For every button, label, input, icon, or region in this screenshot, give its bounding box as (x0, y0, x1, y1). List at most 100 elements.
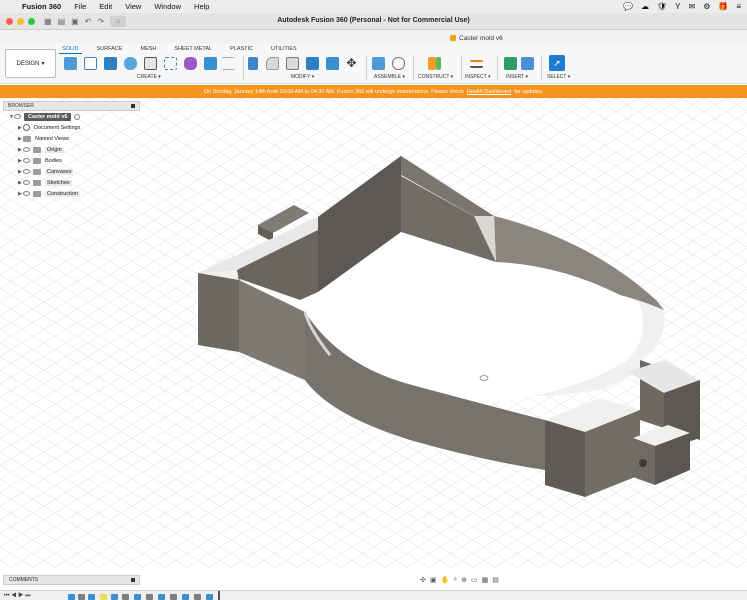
timeline-marker[interactable] (218, 591, 220, 600)
browser-root[interactable]: ▼ Caster mold v6 (3, 111, 140, 122)
gift-icon[interactable]: 🎁 (718, 2, 728, 11)
visibility-icon[interactable] (23, 147, 30, 152)
visibility-icon[interactable] (23, 191, 30, 196)
timeline-feature[interactable] (111, 594, 118, 600)
wechat-icon[interactable]: 💬 (623, 2, 633, 11)
timeline-feature[interactable] (88, 594, 95, 600)
look-at-icon[interactable]: ▣ (430, 576, 437, 584)
tab-mesh[interactable]: MESH (141, 46, 157, 52)
pan-icon[interactable]: ✋ (441, 576, 450, 584)
select-icon[interactable]: ➚ (549, 55, 565, 71)
new-component-assemble-icon[interactable] (372, 57, 385, 70)
fillet-icon[interactable] (266, 57, 279, 70)
pin-icon[interactable] (131, 104, 135, 108)
browser-item-origin[interactable]: ▶ Origin (3, 144, 140, 155)
extrude-icon[interactable] (104, 57, 117, 70)
orbit-icon[interactable]: ✣ (420, 576, 426, 584)
browser-header[interactable]: BROWSER (3, 101, 140, 111)
menu-file[interactable]: File (74, 2, 86, 11)
timeline-feature[interactable] (170, 594, 177, 600)
timeline-feature[interactable] (78, 594, 85, 600)
move-icon[interactable]: ✥ (345, 57, 358, 70)
browser-item-document-settings[interactable]: ▶ Document Settings (3, 122, 140, 133)
browser-item-construction[interactable]: ▶ Construction (3, 188, 140, 199)
comments-panel[interactable]: COMMENTS (3, 575, 140, 585)
browser-item-named-views[interactable]: ▶ Named Views (3, 133, 140, 144)
joint-icon[interactable] (392, 57, 405, 70)
tab-sheet-metal[interactable]: SHEET METAL (174, 46, 212, 52)
timeline-feature[interactable] (158, 594, 165, 600)
folder-icon (33, 168, 41, 175)
insert-label: INSERT (506, 74, 525, 80)
new-component-icon[interactable] (64, 57, 77, 70)
menu-view[interactable]: View (125, 2, 141, 11)
assemble-menu[interactable]: ASSEMBLE ▾ (374, 74, 405, 80)
grid-settings-icon[interactable]: ▦ (482, 576, 489, 584)
shell-icon[interactable] (286, 57, 299, 70)
browser-title: BROWSER (8, 103, 34, 109)
offset-plane-icon[interactable] (428, 57, 436, 70)
menu-help[interactable]: Help (194, 2, 209, 11)
visibility-icon[interactable] (23, 169, 30, 174)
timeline-feature[interactable] (206, 594, 213, 600)
revolve-icon[interactable] (124, 57, 137, 70)
inspect-menu[interactable]: INSPECT ▾ (465, 74, 491, 80)
browser-item-sketches[interactable]: ▶ Sketches (3, 177, 140, 188)
insert-derive-icon[interactable] (504, 57, 517, 70)
menu-app-name[interactable]: Fusion 360 (22, 2, 61, 11)
create-sketch-icon[interactable] (84, 57, 97, 70)
form-icon[interactable] (184, 57, 197, 70)
visibility-icon[interactable] (23, 180, 30, 185)
box-icon[interactable] (204, 57, 217, 70)
timeline-feature[interactable] (182, 594, 189, 600)
measure-icon[interactable] (470, 60, 483, 68)
browser-item-bodies[interactable]: ▶ Bodies (3, 155, 140, 166)
browser-item-label: Canvases (45, 168, 74, 175)
zoom-icon[interactable]: ⌕ (453, 576, 457, 584)
timeline-controls-icon[interactable]: ⏮ ◀ ▶ ⏭ (4, 593, 31, 600)
pattern-icon[interactable] (164, 57, 177, 70)
press-pull-icon[interactable] (248, 57, 258, 70)
create-menu[interactable]: CREATE ▾ (137, 74, 161, 80)
health-dashboard-link[interactable]: Health Dashboard (467, 89, 511, 95)
document-tab[interactable]: Caster mold v6 (440, 32, 513, 44)
browser-item-canvases[interactable]: ▶ Canvases (3, 166, 140, 177)
visibility-icon[interactable] (23, 158, 30, 163)
folder-icon (33, 179, 41, 186)
tab-utilities[interactable]: UTILITIES (271, 46, 297, 52)
pin-icon[interactable] (131, 578, 135, 582)
fork-icon[interactable]: Y (675, 2, 680, 11)
align-icon[interactable] (326, 57, 339, 70)
timeline-feature[interactable] (122, 594, 129, 600)
timeline-feature[interactable] (100, 594, 107, 600)
radio-icon[interactable] (74, 113, 81, 120)
mail-icon[interactable]: ✉ (688, 2, 695, 11)
timeline-feature[interactable] (146, 594, 153, 600)
hole-icon[interactable] (144, 57, 157, 70)
select-menu[interactable]: SELECT ▾ (547, 74, 570, 80)
timeline-feature[interactable] (68, 594, 75, 600)
thicken-icon[interactable] (222, 57, 235, 70)
fit-icon[interactable]: ⊕ (461, 576, 467, 584)
construct-menu[interactable]: CONSTRUCT ▾ (418, 74, 453, 80)
menu-window[interactable]: Window (154, 2, 181, 11)
visibility-icon[interactable] (14, 114, 21, 119)
insert-image-icon[interactable] (521, 57, 534, 70)
combine-icon[interactable] (306, 57, 319, 70)
workspace-switcher[interactable]: DESIGN ▾ (5, 49, 56, 78)
shield-icon[interactable]: 🛡 (657, 2, 667, 11)
cloud-icon[interactable]: ☁ (641, 2, 649, 11)
control-center-icon[interactable]: ≡ (736, 2, 741, 11)
timeline-feature[interactable] (134, 594, 141, 600)
tab-surface[interactable]: SURFACE (97, 46, 123, 52)
tab-solid[interactable]: SOLID (59, 46, 81, 54)
puzzle-icon[interactable]: ⚙ (703, 2, 710, 11)
tab-plastic[interactable]: PLASTIC (230, 46, 253, 52)
timeline-feature[interactable] (194, 594, 201, 600)
modify-menu[interactable]: MODIFY ▾ (291, 74, 314, 80)
timeline: ⏮ ◀ ▶ ⏭ (0, 590, 747, 600)
menu-edit[interactable]: Edit (99, 2, 112, 11)
viewports-icon[interactable]: ▤ (492, 576, 499, 584)
insert-menu[interactable]: INSERT ▾ (506, 74, 528, 80)
display-settings-icon[interactable]: ▭ (471, 576, 478, 584)
